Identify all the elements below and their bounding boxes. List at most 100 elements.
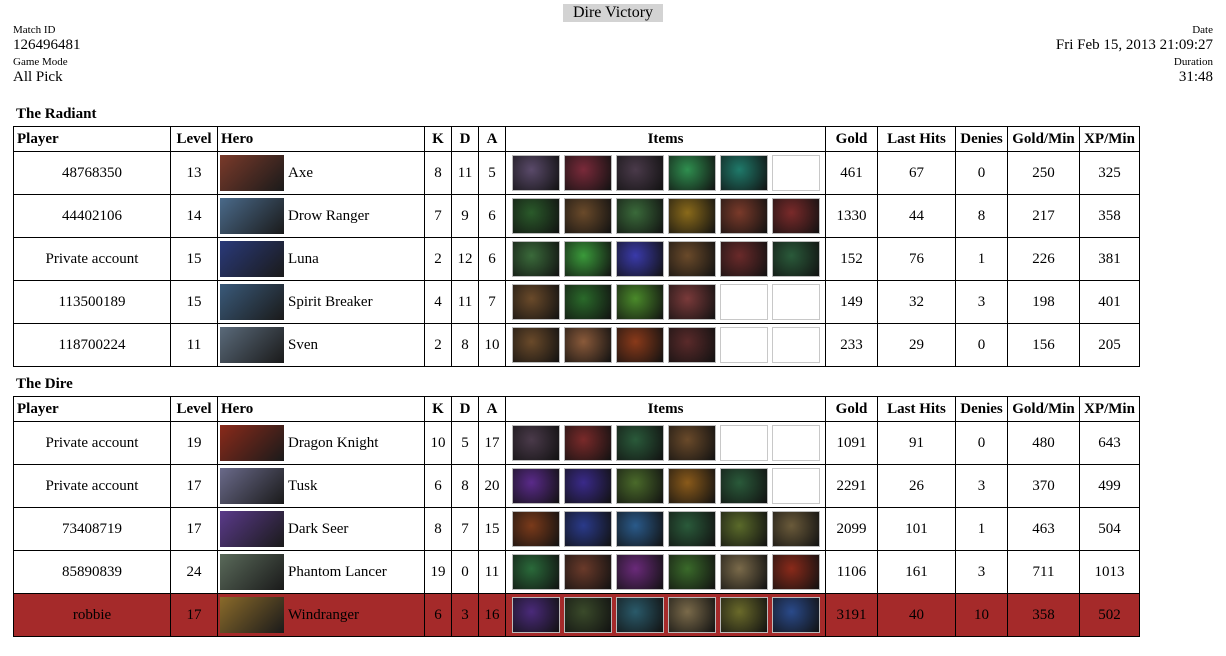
col-gold: Gold (825, 396, 878, 422)
item-icon (511, 284, 560, 320)
assists: 20 (478, 464, 506, 508)
hero-portrait-icon (220, 554, 284, 590)
hero-wrap: Tusk (218, 465, 424, 507)
gold-per-min: 217 (1007, 194, 1080, 238)
item-icon (719, 155, 768, 191)
col-kills: K (424, 396, 452, 422)
denies: 0 (955, 421, 1008, 465)
assists: 17 (478, 421, 506, 465)
col-kills: K (424, 126, 452, 152)
col-gold-per-min: Gold/Min (1007, 126, 1080, 152)
items-wrap (506, 281, 825, 323)
col-xp-per-min: XP/Min (1079, 396, 1140, 422)
col-player: Player (13, 396, 171, 422)
player-name: 44402106 (13, 194, 171, 238)
dire-header-row: Player Level Hero K D A Items Gold Last … (13, 396, 1140, 422)
table-row: 85890839 24 Phantom Lancer 19 0 11 1106 161 3 711… (13, 550, 1140, 594)
item-icon (615, 327, 664, 363)
match-id-label: Match ID (13, 24, 56, 36)
last-hits: 29 (877, 323, 956, 367)
item-icon (667, 241, 716, 277)
hero-cell: Spirit Breaker (217, 280, 425, 324)
col-xp-per-min: XP/Min (1079, 126, 1140, 152)
items-cell (505, 464, 826, 508)
dire-scoreboard: Player Level Hero K D A Items Gold Last … (13, 396, 1140, 637)
date-value: Fri Feb 15, 2013 21:09:27 (1055, 37, 1213, 53)
hero-cell: Dark Seer (217, 507, 425, 551)
hero-name: Sven (288, 336, 318, 353)
xp-per-min: 1013 (1079, 550, 1140, 594)
col-level: Level (170, 396, 218, 422)
items-wrap (506, 465, 825, 507)
kills: 2 (424, 323, 452, 367)
hero-cell: Sven (217, 323, 425, 367)
item-icon (719, 511, 768, 547)
items-wrap (506, 551, 825, 593)
item-icon (615, 468, 664, 504)
hero-portrait-icon (220, 198, 284, 234)
radiant-scoreboard: Player Level Hero K D A Items Gold Last … (13, 126, 1140, 367)
items-cell (505, 593, 826, 637)
player-level: 15 (170, 280, 218, 324)
xp-per-min: 358 (1079, 194, 1140, 238)
player-name: 113500189 (13, 280, 171, 324)
last-hits: 44 (877, 194, 956, 238)
table-row: Private account 15 Luna 2 12 6 152 76 1 226 381 (13, 237, 1140, 281)
player-name: 85890839 (13, 550, 171, 594)
gold: 2291 (825, 464, 878, 508)
hero-cell: Dragon Knight (217, 421, 425, 465)
match-id-value: 126496481 (13, 37, 81, 53)
hero-wrap: Windranger (218, 594, 424, 636)
item-icon (615, 554, 664, 590)
item-icon (771, 511, 820, 547)
item-icon (771, 597, 820, 633)
col-last-hits: Last Hits (877, 396, 956, 422)
gold-per-min: 480 (1007, 421, 1080, 465)
player-name: 118700224 (13, 323, 171, 367)
gold-per-min: 198 (1007, 280, 1080, 324)
player-level: 17 (170, 464, 218, 508)
denies: 3 (955, 280, 1008, 324)
col-deaths: D (451, 396, 479, 422)
col-denies: Denies (955, 396, 1008, 422)
table-row: 44402106 14 Drow Ranger 7 9 6 1330 44 8 217 358 (13, 194, 1140, 238)
radiant-header-row: Player Level Hero K D A Items Gold Last … (13, 126, 1140, 152)
col-gold: Gold (825, 126, 878, 152)
last-hits: 32 (877, 280, 956, 324)
assists: 6 (478, 237, 506, 281)
item-icon (667, 425, 716, 461)
denies: 1 (955, 507, 1008, 551)
xp-per-min: 401 (1079, 280, 1140, 324)
items-wrap (506, 152, 825, 194)
game-mode-value: All Pick (13, 69, 63, 85)
duration-value: 31:48 (1178, 69, 1213, 85)
item-icon (667, 155, 716, 191)
gold: 2099 (825, 507, 878, 551)
hero-wrap: Dragon Knight (218, 422, 424, 464)
item-icon (511, 198, 560, 234)
gold-per-min: 156 (1007, 323, 1080, 367)
items-cell (505, 151, 826, 195)
gold-per-min: 226 (1007, 237, 1080, 281)
items-cell (505, 421, 826, 465)
kills: 4 (424, 280, 452, 324)
col-assists: A (478, 126, 506, 152)
match-result-banner: Dire Victory (563, 4, 663, 22)
items-wrap (506, 422, 825, 464)
dire-title: The Dire (16, 376, 73, 392)
player-name: Private account (13, 237, 171, 281)
table-row: robbie 17 Windranger 6 3 16 3191 40 10 358 502 (13, 593, 1140, 637)
item-icon (511, 468, 560, 504)
item-icon (615, 241, 664, 277)
hero-portrait-icon (220, 597, 284, 633)
hero-portrait-icon (220, 155, 284, 191)
player-name: Private account (13, 421, 171, 465)
item-icon (563, 554, 612, 590)
deaths: 12 (451, 237, 479, 281)
assists: 15 (478, 507, 506, 551)
items-cell (505, 323, 826, 367)
hero-name: Windranger (288, 606, 360, 623)
assists: 5 (478, 151, 506, 195)
items-wrap (506, 594, 825, 636)
hero-wrap: Spirit Breaker (218, 281, 424, 323)
